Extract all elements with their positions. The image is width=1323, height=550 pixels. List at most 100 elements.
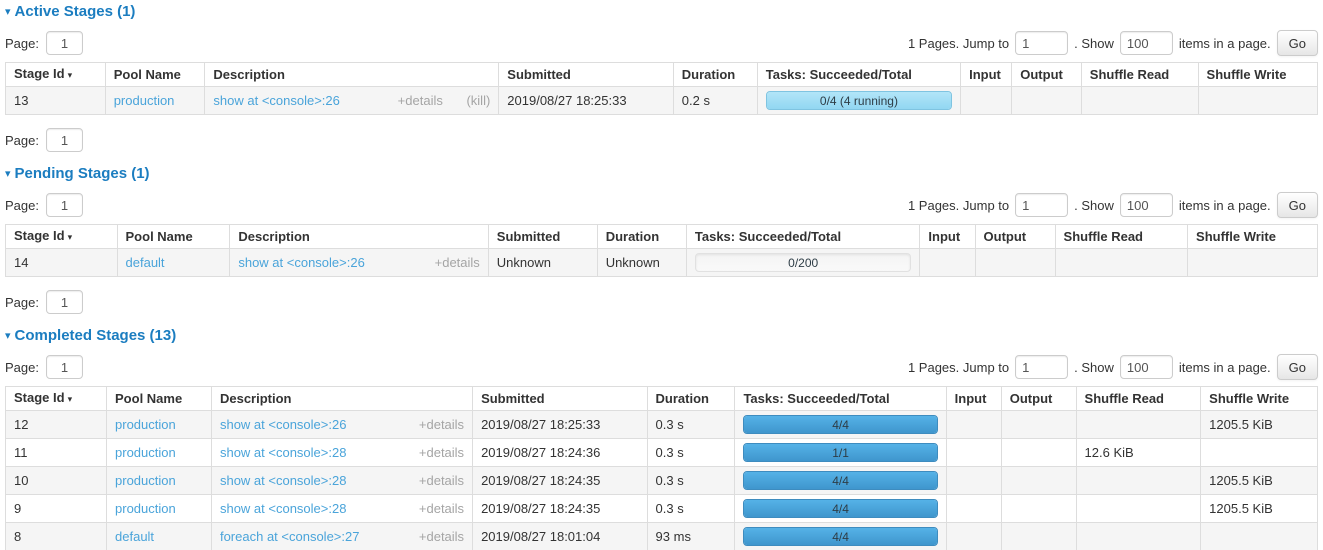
go-button[interactable]: Go xyxy=(1277,192,1318,218)
column-header-shuffle-read[interactable]: Shuffle Read xyxy=(1076,387,1201,411)
pool-name-link[interactable]: production xyxy=(115,445,176,460)
tasks-cell: 4/4 xyxy=(735,495,946,523)
go-button[interactable]: Go xyxy=(1277,354,1318,380)
section-title-label: Completed Stages (13) xyxy=(15,327,177,344)
pool-name-link[interactable]: production xyxy=(115,501,176,516)
description-actions: +details xyxy=(419,446,464,460)
items-per-page-input[interactable] xyxy=(1120,193,1173,217)
tasks-progress-bar: 4/4 xyxy=(743,471,937,490)
column-header-shuffle-write[interactable]: Shuffle Write xyxy=(1198,63,1317,87)
details-toggle[interactable]: +details xyxy=(419,445,464,460)
column-header-pool-name[interactable]: Pool Name xyxy=(117,225,230,249)
page-label: Page: xyxy=(5,133,39,148)
description-link[interactable]: show at <console>:26 xyxy=(220,418,346,432)
column-header-description[interactable]: Description xyxy=(211,387,472,411)
kill-link[interactable]: (kill) xyxy=(466,93,490,108)
stage-id-cell: 11 xyxy=(6,439,107,467)
column-header-submitted[interactable]: Submitted xyxy=(473,387,647,411)
column-header-input[interactable]: Input xyxy=(961,63,1012,87)
column-header-shuffle-read[interactable]: Shuffle Read xyxy=(1081,63,1198,87)
jump-to-page-input[interactable] xyxy=(1015,31,1068,55)
pagination-top: Page: 1 Pages. Jump to . Show items in a… xyxy=(5,354,1318,380)
progress-label: 4/4 xyxy=(744,528,936,545)
page-number-input[interactable] xyxy=(46,290,83,314)
details-toggle[interactable]: +details xyxy=(419,417,464,432)
description-actions: +details (kill) xyxy=(398,94,491,108)
page-number-input[interactable] xyxy=(46,31,83,55)
details-toggle[interactable]: +details xyxy=(419,501,464,516)
section-title-pending[interactable]: ▾Pending Stages (1) xyxy=(5,164,1318,183)
description-actions: +details xyxy=(419,502,464,516)
progress-label: 4/4 xyxy=(744,500,936,517)
shuffle-read-cell xyxy=(1055,249,1188,277)
details-toggle[interactable]: +details xyxy=(419,473,464,488)
column-header-description[interactable]: Description xyxy=(230,225,488,249)
pool-name-link[interactable]: default xyxy=(126,255,165,270)
shuffle-write-cell xyxy=(1188,249,1318,277)
input-cell xyxy=(961,87,1012,115)
stages-table: Stage Id▾ Pool Name Description Submitte… xyxy=(5,386,1318,550)
output-cell xyxy=(1001,523,1076,550)
column-header-stage-id[interactable]: Stage Id▾ xyxy=(6,63,106,87)
go-button[interactable]: Go xyxy=(1277,30,1318,56)
column-header-submitted[interactable]: Submitted xyxy=(499,63,673,87)
column-header-output[interactable]: Output xyxy=(975,225,1055,249)
column-header-duration[interactable]: Duration xyxy=(673,63,757,87)
column-header-description[interactable]: Description xyxy=(205,63,499,87)
column-header-pool-name[interactable]: Pool Name xyxy=(107,387,212,411)
column-header-shuffle-read[interactable]: Shuffle Read xyxy=(1055,225,1188,249)
submitted-cell: 2019/08/27 18:24:36 xyxy=(473,439,647,467)
column-header-stage-id[interactable]: Stage Id▾ xyxy=(6,387,107,411)
pool-name-link[interactable]: production xyxy=(115,473,176,488)
jump-to-page-input[interactable] xyxy=(1015,355,1068,379)
description-link[interactable]: show at <console>:28 xyxy=(220,446,346,460)
shuffle-read-cell xyxy=(1076,495,1201,523)
description-link[interactable]: show at <console>:28 xyxy=(220,502,346,516)
description-actions: +details xyxy=(419,418,464,432)
column-header-input[interactable]: Input xyxy=(920,225,975,249)
description-link[interactable]: foreach at <console>:27 xyxy=(220,530,360,544)
spark-stages-page: ▾Active Stages (1) Page: 1 Pages. Jump t… xyxy=(5,2,1318,550)
table-header-row: Stage Id▾ Pool Name Description Submitte… xyxy=(6,387,1318,411)
section-title-label: Pending Stages (1) xyxy=(15,165,150,182)
column-header-duration[interactable]: Duration xyxy=(647,387,735,411)
jump-to-page-input[interactable] xyxy=(1015,193,1068,217)
description-link[interactable]: show at <console>:28 xyxy=(220,474,346,488)
section-title-active[interactable]: ▾Active Stages (1) xyxy=(5,2,1318,21)
pool-name-link[interactable]: production xyxy=(114,93,175,108)
description-link[interactable]: show at <console>:26 xyxy=(213,94,339,108)
page-number-input[interactable] xyxy=(46,128,83,152)
column-header-pool-name[interactable]: Pool Name xyxy=(105,63,205,87)
pool-name-link[interactable]: production xyxy=(115,417,176,432)
column-header-tasks[interactable]: Tasks: Succeeded/Total xyxy=(686,225,920,249)
column-header-shuffle-write[interactable]: Shuffle Write xyxy=(1188,225,1318,249)
column-header-duration[interactable]: Duration xyxy=(597,225,686,249)
details-toggle[interactable]: +details xyxy=(419,529,464,544)
pagination-top: Page: 1 Pages. Jump to . Show items in a… xyxy=(5,192,1318,218)
pages-jump-label: 1 Pages. Jump to xyxy=(908,198,1009,213)
items-per-page-input[interactable] xyxy=(1120,31,1173,55)
column-header-shuffle-write[interactable]: Shuffle Write xyxy=(1201,387,1318,411)
stages-table: Stage Id▾ Pool Name Description Submitte… xyxy=(5,224,1318,277)
pool-name-link[interactable]: default xyxy=(115,529,154,544)
page-number-input[interactable] xyxy=(46,355,83,379)
column-header-output[interactable]: Output xyxy=(1012,63,1082,87)
column-header-submitted[interactable]: Submitted xyxy=(488,225,597,249)
section-title-completed[interactable]: ▾Completed Stages (13) xyxy=(5,326,1318,345)
column-header-stage-id[interactable]: Stage Id▾ xyxy=(6,225,118,249)
duration-cell: 93 ms xyxy=(647,523,735,550)
description-link[interactable]: show at <console>:26 xyxy=(238,256,364,270)
details-toggle[interactable]: +details xyxy=(435,255,480,270)
column-header-input[interactable]: Input xyxy=(946,387,1001,411)
column-header-tasks[interactable]: Tasks: Succeeded/Total xyxy=(735,387,946,411)
column-header-output[interactable]: Output xyxy=(1001,387,1076,411)
stages-section: ▾Pending Stages (1) Page: 1 Pages. Jump … xyxy=(5,164,1318,315)
description-cell: show at <console>:28 +details xyxy=(211,439,472,467)
input-cell xyxy=(946,467,1001,495)
details-toggle[interactable]: +details xyxy=(398,93,443,108)
pool-name-cell: production xyxy=(107,467,212,495)
tasks-progress-bar: 0/200 xyxy=(695,253,912,272)
column-header-tasks[interactable]: Tasks: Succeeded/Total xyxy=(757,63,960,87)
page-number-input[interactable] xyxy=(46,193,83,217)
items-per-page-input[interactable] xyxy=(1120,355,1173,379)
